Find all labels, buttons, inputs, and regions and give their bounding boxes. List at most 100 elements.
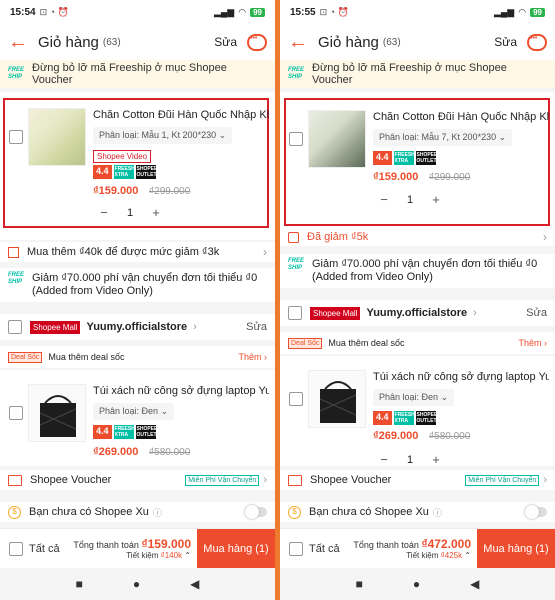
shop-checkbox[interactable]: [8, 320, 22, 334]
plus-button[interactable]: +: [423, 192, 449, 207]
freeship-banner[interactable]: FREE SHIP Đừng bỏ lỡ mã Freeship ở mục S…: [0, 60, 275, 88]
freeship-icon: FREE SHIP: [288, 258, 305, 271]
shipping-discount-row: FREE SHIP Giảm ₫70.000 phí vận chuyển đơ…: [0, 268, 275, 302]
shipping-discount-line1: Giảm ₫70.000 phí vận chuyển đơn tối thiể…: [312, 258, 538, 270]
shopee-voucher-row[interactable]: Shopee Voucher Miễn Phí Vận Chuyển ›: [0, 470, 275, 490]
shop-edit-button[interactable]: Sửa: [246, 321, 267, 333]
product-name[interactable]: Túi xách nữ công sở đựng laptop Yuu...: [373, 371, 549, 383]
shop-name[interactable]: Yuumy.officialstore: [366, 307, 467, 319]
voucher-icon: [8, 474, 22, 486]
shop-checkbox[interactable]: [288, 306, 302, 320]
coin-icon: $: [8, 505, 21, 519]
recent-apps-icon[interactable]: ■: [76, 577, 83, 591]
free-shipping-badge: Miễn Phí Vận Chuyển: [185, 474, 260, 486]
xu-toggle[interactable]: [245, 505, 267, 519]
total-label: Tổng thanh toán: [73, 540, 139, 550]
deal-more-link[interactable]: Thêm ›: [238, 352, 267, 362]
product-name[interactable]: Chăn Cotton Đũi Hàn Quốc Nhập Khẩ...: [373, 111, 549, 123]
chat-icon[interactable]: [527, 33, 547, 51]
chevron-up-icon[interactable]: ⌃: [464, 551, 471, 560]
select-all-checkbox[interactable]: [289, 541, 303, 556]
badge-freeship-xtra: FREESHIP XTRA: [393, 411, 420, 425]
quantity-value[interactable]: 1: [397, 194, 423, 206]
product-thumbnail[interactable]: [308, 110, 366, 168]
notification-icon: ⊡ ◔ ⏰: [39, 6, 69, 17]
plus-button[interactable]: +: [423, 452, 449, 467]
chevron-up-icon[interactable]: ⌃: [184, 551, 191, 560]
chat-icon[interactable]: [247, 33, 267, 51]
totals: Tổng thanh toán ₫472.000 Tiết kiệm ₫425k…: [353, 537, 477, 560]
freeship-banner[interactable]: FREE SHIP Đừng bỏ lỡ mã Freeship ở mục S…: [280, 60, 555, 88]
savings-value: ₫140k: [160, 551, 183, 560]
xu-toggle[interactable]: [525, 505, 547, 519]
badge-shopee-outlet: SHOPEE OUTLET: [135, 425, 158, 439]
promo-row[interactable]: Mua thêm ₫40k để được mức giảm ₫3k ›: [0, 242, 275, 262]
shopee-voucher-row[interactable]: Shopee Voucher Miễn Phí Vận Chuyển ›: [280, 470, 555, 490]
quantity-stepper: − 1 +: [371, 192, 449, 207]
shop-edit-button[interactable]: Sửa: [526, 307, 547, 319]
item-checkbox[interactable]: [9, 130, 23, 144]
chevron-right-icon: ›: [263, 245, 267, 259]
deal-row[interactable]: Deal Sốc Mua thêm deal sốc Thêm ›: [0, 346, 275, 368]
product-price: ₫269.000: [373, 430, 419, 442]
product-thumbnail[interactable]: [308, 370, 366, 428]
quantity-value[interactable]: 1: [397, 454, 423, 466]
status-bar: 15:54 ⊡ ◔ ⏰ ▂▄▆ ◠ 99: [0, 0, 275, 24]
deal-soc-badge: Deal Sốc: [288, 337, 323, 349]
promo-text: Mua thêm ₫40k để được mức giảm ₫3k: [27, 246, 220, 258]
product-thumbnail[interactable]: [28, 384, 86, 442]
total-value: ₫472.000: [421, 537, 471, 551]
minus-button[interactable]: −: [371, 452, 397, 467]
cart-count: (63): [102, 36, 121, 48]
cart-item-card: Chăn Cotton Đũi Hàn Quốc Nhập Khẩ... Phâ…: [0, 92, 275, 240]
discount-row[interactable]: Đã giảm ₫5k ›: [280, 228, 555, 246]
shop-row[interactable]: Shopee Mall Yuumy.officialstore › Sửa: [280, 300, 555, 326]
badge-44: 4.4: [373, 411, 392, 425]
variant-selector[interactable]: Phân loại: Mẫu 1, Kt 200*230 ⌄: [93, 127, 233, 144]
checkout-bar: Tất cả Tổng thanh toán ₫472.000 Tiết kiệ…: [280, 528, 555, 569]
home-icon[interactable]: ●: [413, 577, 420, 591]
back-nav-icon[interactable]: ◀: [470, 577, 479, 591]
badge-44: 4.4: [93, 425, 112, 439]
quantity-value[interactable]: 1: [117, 207, 143, 219]
back-arrow-icon[interactable]: ←: [8, 31, 38, 54]
variant-selector[interactable]: Phân loại: Mẫu 7, Kt 200*230 ⌄: [373, 129, 513, 146]
back-nav-icon[interactable]: ◀: [190, 577, 199, 591]
minus-button[interactable]: −: [91, 205, 117, 220]
back-arrow-icon[interactable]: ←: [288, 31, 318, 54]
select-all-checkbox[interactable]: [9, 541, 23, 556]
quantity-stepper: − 1 +: [91, 205, 169, 220]
buy-button[interactable]: Mua hàng (1): [197, 528, 275, 569]
select-all-label[interactable]: Tất cả: [309, 543, 340, 555]
xu-label: Bạn chưa có Shopee Xu: [29, 506, 149, 518]
buy-button[interactable]: Mua hàng (1): [477, 528, 555, 569]
product-price: ₫159.000: [93, 185, 139, 197]
product-name[interactable]: Túi xách nữ công sở đựng laptop Yuu...: [93, 385, 269, 397]
shop-name[interactable]: Yuumy.officialstore: [86, 321, 187, 333]
product-name[interactable]: Chăn Cotton Đũi Hàn Quốc Nhập Khẩ...: [93, 109, 269, 121]
item-checkbox[interactable]: [289, 392, 303, 406]
deal-row[interactable]: Deal Sốc Mua thêm deal sốc Thêm ›: [280, 332, 555, 354]
plus-button[interactable]: +: [143, 205, 169, 220]
item-checkbox[interactable]: [289, 132, 303, 146]
shop-row[interactable]: Shopee Mall Yuumy.officialstore › Sửa: [0, 314, 275, 340]
xu-info-icon[interactable]: ⓘ: [433, 506, 442, 519]
item-checkbox[interactable]: [9, 406, 23, 420]
wifi-icon: ◠: [238, 6, 247, 17]
variant-selector[interactable]: Phân loại: Đen ⌄: [93, 403, 175, 420]
minus-button[interactable]: −: [371, 192, 397, 207]
variant-selector[interactable]: Phân loại: Đen ⌄: [373, 389, 455, 406]
product-thumbnail[interactable]: [28, 108, 86, 166]
shipping-discount-line2: (Added from Video Only): [32, 285, 153, 297]
savings-label: Tiết kiệm: [406, 551, 439, 560]
xu-label: Bạn chưa có Shopee Xu: [309, 506, 429, 518]
select-all-label[interactable]: Tất cả: [29, 543, 60, 555]
edit-button[interactable]: Sửa: [214, 35, 237, 49]
deal-text: Mua thêm deal sốc: [48, 352, 125, 362]
edit-button[interactable]: Sửa: [494, 35, 517, 49]
deal-more-link[interactable]: Thêm ›: [518, 338, 547, 348]
xu-info-icon[interactable]: ⓘ: [153, 506, 162, 519]
home-icon[interactable]: ●: [133, 577, 140, 591]
badge-freeship-xtra: FREESHIP XTRA: [113, 165, 140, 179]
recent-apps-icon[interactable]: ■: [356, 577, 363, 591]
